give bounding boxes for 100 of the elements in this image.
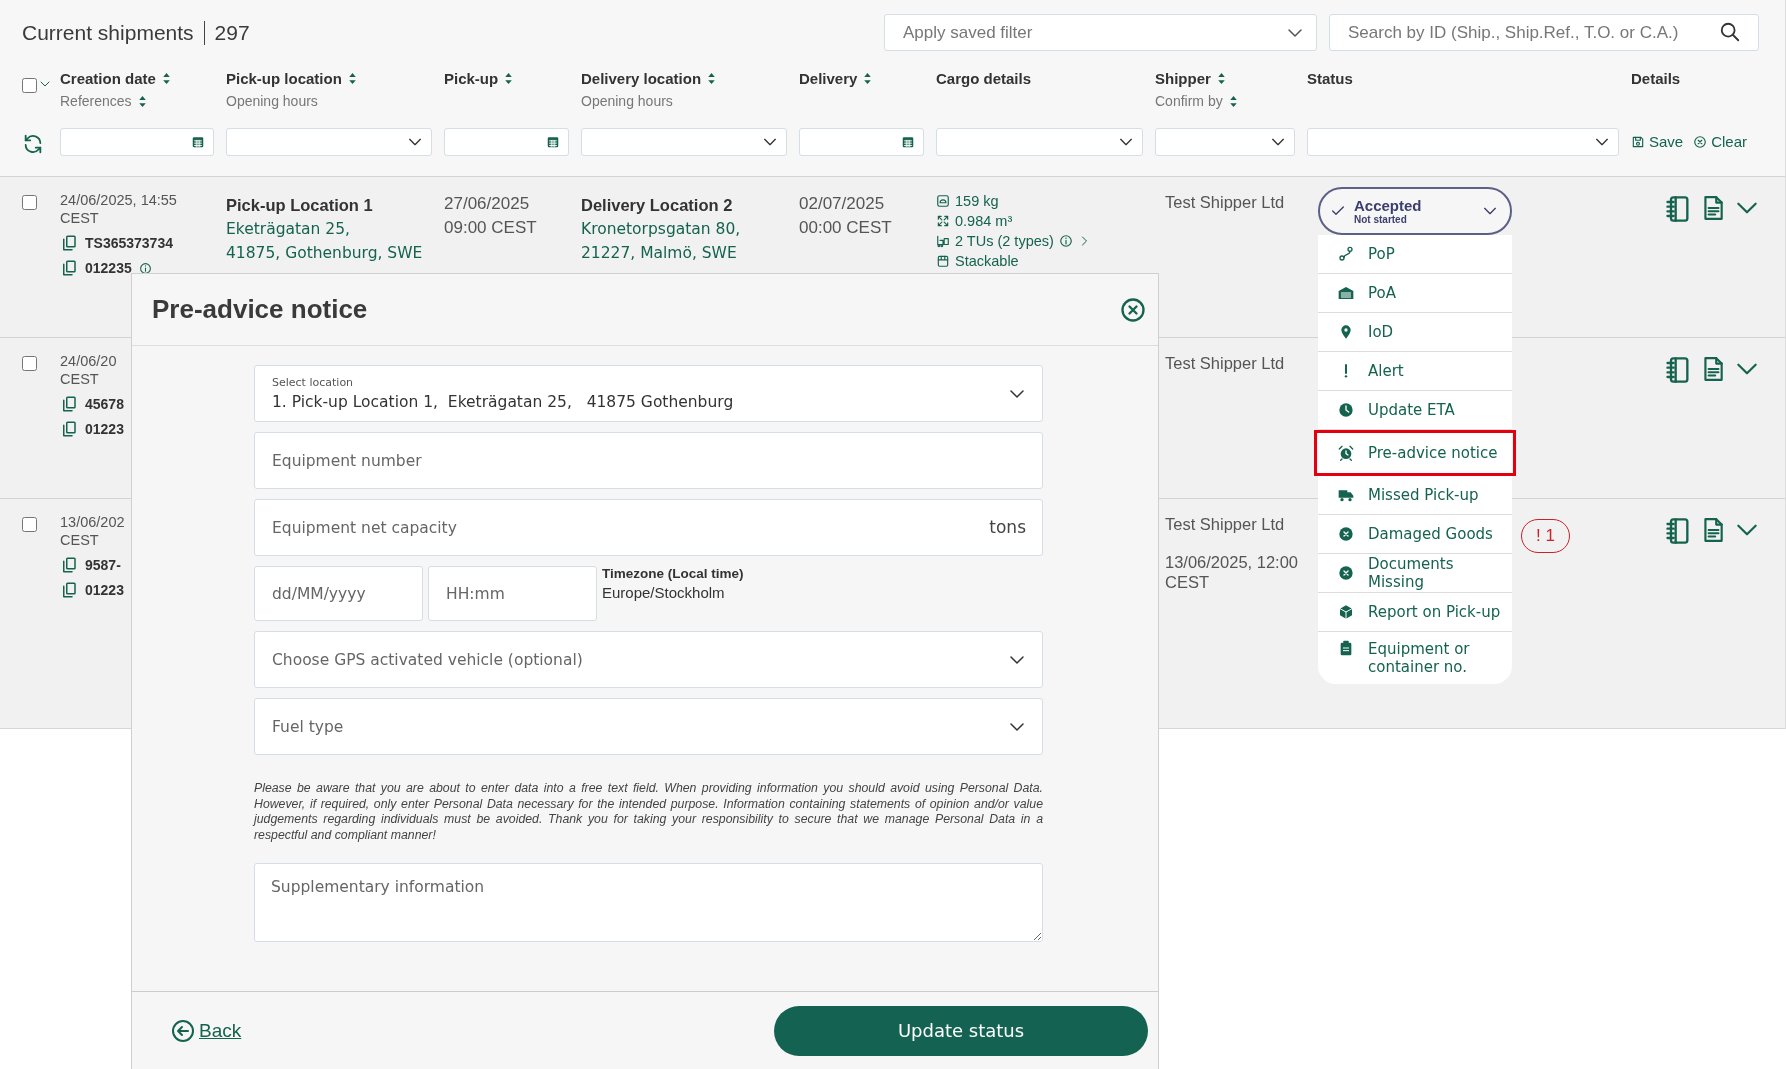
copy-icon[interactable] [60,556,78,574]
time-field[interactable]: HH:mm [428,566,597,621]
update-status-button[interactable]: Update status [774,1005,1148,1056]
x-circle-icon [1338,526,1354,542]
info-icon[interactable] [1058,234,1073,248]
column-subheader: Opening hours [226,93,318,109]
copy-icon[interactable] [60,395,78,413]
reference-number: 45678 [85,396,124,412]
unit-label: tons [989,517,1026,537]
notebook-icon[interactable] [1664,356,1692,384]
timezone-text: CEST [60,209,100,227]
x-circle-icon [1338,565,1354,581]
page-title: Current shipments [22,20,194,45]
column-header: Creation date [60,70,156,87]
close-icon[interactable] [1119,295,1147,324]
status-menu-item[interactable]: Report on Pick-up [1318,593,1512,632]
address-line: Eketrägatan 25, [226,219,351,240]
delivery-time: 02/07/2025 [799,193,886,215]
back-link[interactable]: Back [199,1019,242,1042]
calendar-icon [546,135,560,149]
copy-icon[interactable] [60,259,78,277]
timezone-text: CEST [60,370,100,388]
timezone-text: CEST [60,531,100,549]
status-menu-item[interactable]: PoP [1318,235,1512,274]
clipboard-icon [1338,640,1354,656]
delivery-time: 00:00 CEST [799,217,893,239]
shipper-name: Test Shipper Ltd [1164,354,1286,373]
column-header: Details [1631,70,1681,87]
column-header: Shipper [1155,70,1211,87]
box-icon [936,254,950,268]
date-filter-field[interactable] [799,128,924,156]
status-menu-item[interactable]: PoA [1318,274,1512,313]
clock-icon [1338,402,1354,418]
select-all-checkbox[interactable] [22,78,37,93]
save-icon [1631,134,1645,149]
location-pin-icon [1338,324,1354,340]
search-icon[interactable] [1719,21,1741,43]
location-name: Pick-up Location 1 [226,195,374,216]
column-header: Pick-up location [226,70,342,87]
shipper-name: Test Shipper Ltd [1164,515,1286,534]
date-field[interactable]: dd/MM/yyyy [254,566,423,621]
warehouse-icon [1338,285,1354,301]
copy-icon[interactable] [60,234,78,252]
row-checkbox[interactable] [22,195,37,210]
column-header: Delivery [799,70,858,87]
select-field[interactable]: Choose GPS activated vehicle (optional) [254,631,1043,688]
reference-number: TS365373734 [85,235,173,251]
modal-title: Pre-advice notice [152,294,368,325]
column-header: Status [1307,70,1353,87]
status-menu-item[interactable]: Missed Pick-up [1318,476,1512,515]
timezone-label: Timezone (Local time) [602,566,744,581]
select-field[interactable]: Select location 1. Pick-up Location 1, Eketrägatan 25, 41875 Gothenburg [254,365,1043,422]
creation-date: 13/06/202 [60,513,126,531]
select-field[interactable]: Fuel type [254,698,1043,755]
pickup-time: 09:00 CEST [444,217,538,239]
shipment-count: 297 [214,20,250,45]
column-subheader: Confirm by [1155,93,1223,109]
save-button[interactable]: Save [1631,133,1684,150]
route-icon [1338,246,1354,262]
status-menu-item[interactable]: Equipment or container no. [1318,632,1512,676]
column-header: Cargo details [936,70,1032,87]
status-menu-item[interactable]: IoD [1318,313,1512,352]
creation-date: 24/06/20 [60,352,118,370]
notebook-icon[interactable] [1664,195,1692,223]
column-subheader: Opening hours [581,93,673,109]
clear-button[interactable]: Clear [1693,133,1748,150]
copy-icon[interactable] [60,420,78,438]
refresh-icon[interactable] [22,133,44,155]
status-dropdown[interactable]: Accepted Not started [1318,187,1512,235]
status-menu-item[interactable]: Documents Missing [1318,554,1512,593]
supplementary-text-area[interactable]: Supplementary information [254,863,1043,942]
date-filter-field[interactable] [60,128,214,156]
row-checkbox[interactable] [22,517,37,532]
status-menu-item[interactable]: Damaged Goods [1318,515,1512,554]
info-icon[interactable] [138,261,152,275]
column-subheader: References [60,93,132,109]
pallet-icon [936,234,950,248]
location-name: Delivery Location 2 [581,195,734,216]
row-checkbox[interactable] [22,356,37,371]
dimensions-icon [936,214,950,228]
cube-icon [1338,604,1354,620]
search-field[interactable]: Search by ID (Ship., Ship.Ref., T.O. or C.A.) [1329,14,1759,51]
reference-number: 012235 [85,260,132,276]
timezone-value: Europe/Stockholm [602,584,726,601]
clear-icon [1693,134,1708,149]
address-line: 41875, Gothenburg, SWE [226,243,424,264]
cargo-detail: 2 TUs (2 types) [955,232,1054,251]
confirm-by-date: 13/06/2025, 12:00 CEST [1164,552,1300,592]
saved-filter-dropdown[interactable]: Apply saved filter [884,14,1317,51]
calendar-icon [191,135,205,149]
status-menu-item[interactable]: Update ETA [1318,391,1512,430]
equipment-number-field[interactable]: Equipment number [254,432,1043,489]
reference-number: 9587- [85,557,121,573]
copy-icon[interactable] [60,581,78,599]
status-menu-item[interactable]: Pre-advice notice [1314,430,1516,476]
scale-icon [936,194,950,208]
date-filter-field[interactable] [444,128,569,156]
status-menu-item[interactable]: Alert [1318,352,1512,391]
address-line: Kronetorpsgatan 80, [581,219,742,240]
notebook-icon[interactable] [1664,517,1692,545]
